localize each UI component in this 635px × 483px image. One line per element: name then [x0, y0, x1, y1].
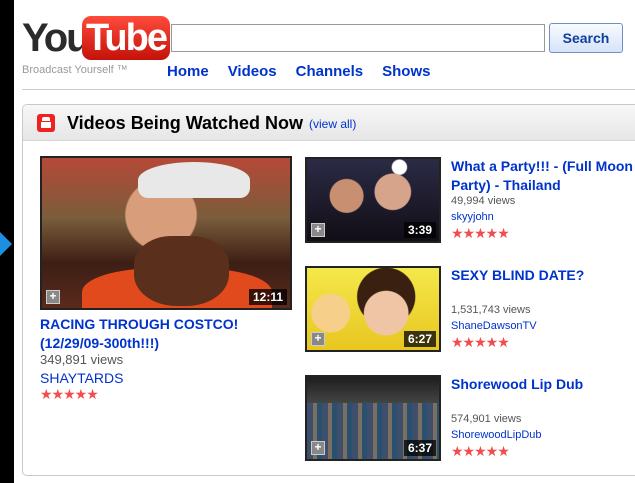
side-video-user[interactable]: skyyjohn — [451, 211, 494, 223]
side-video-title[interactable]: Shorewood Lip Dub — [451, 375, 635, 394]
side-video-rating: ★★★★★ — [451, 443, 510, 459]
view-all-link[interactable]: (view all) — [309, 117, 356, 131]
side-video-1: + 3:39 What a Party!!! - (Full Moon Part… — [305, 157, 635, 255]
add-to-quicklist-icon[interactable]: + — [46, 290, 60, 304]
header-divider — [22, 89, 635, 90]
search-input[interactable] — [171, 24, 545, 52]
featured-video-views: 349,891 views — [40, 352, 124, 367]
video-duration: 6:37 — [403, 440, 436, 456]
add-to-quicklist-icon[interactable]: + — [311, 332, 325, 346]
add-to-quicklist-icon[interactable]: + — [311, 223, 325, 237]
featured-video-rating: ★★★★★ — [40, 386, 99, 402]
nav-videos[interactable]: Videos — [228, 63, 277, 80]
featured-video-title[interactable]: RACING THROUGH COSTCO! (12/29/09-300th!!… — [40, 315, 304, 353]
page: You Tube Broadcast Yourself ™ Search Hom… — [14, 0, 635, 483]
add-to-quicklist-icon[interactable]: + — [311, 441, 325, 455]
logo-you-text: You — [22, 16, 91, 60]
featured-video-user[interactable]: SHAYTARDS — [40, 370, 124, 386]
video-duration: 12:11 — [248, 289, 287, 305]
side-video-thumbnail[interactable]: + 6:27 — [305, 266, 441, 352]
side-video-rating: ★★★★★ — [451, 334, 510, 350]
side-video-title[interactable]: What a Party!!! - (Full Moon Party) - Th… — [451, 157, 635, 195]
side-video-rating: ★★★★★ — [451, 225, 510, 241]
video-duration: 3:39 — [403, 222, 436, 238]
tagline: Broadcast Yourself ™ — [22, 64, 128, 76]
side-video-thumbnail[interactable]: + 3:39 — [305, 157, 441, 243]
nav-home[interactable]: Home — [167, 63, 209, 80]
logo-tube-text: Tube — [82, 16, 170, 60]
side-video-user[interactable]: ShaneDawsonTV — [451, 320, 537, 332]
nav-shows[interactable]: Shows — [382, 63, 430, 80]
youtube-logo[interactable]: You Tube — [22, 14, 170, 66]
side-video-views: 1,531,743 views — [451, 304, 531, 316]
side-video-2: + 6:27 SEXY BLIND DATE? 1,531,743 views … — [305, 266, 635, 364]
nav-channels[interactable]: Channels — [296, 63, 364, 80]
module-header: Videos Being Watched Now (view all) — [23, 105, 635, 141]
main-nav: Home Videos Channels Shows — [167, 63, 430, 80]
side-video-views: 574,901 views — [451, 413, 522, 425]
carousel-arrow-icon[interactable] — [0, 232, 12, 256]
module-title: Videos Being Watched Now — [67, 113, 304, 133]
side-video-thumbnail[interactable]: + 6:37 — [305, 375, 441, 461]
thumbnail-beard — [134, 236, 229, 306]
side-video-views: 49,994 views — [451, 195, 516, 207]
video-duration: 6:27 — [403, 331, 436, 347]
side-video-user[interactable]: ShorewoodLipDub — [451, 429, 542, 441]
videos-being-watched-module: Videos Being Watched Now (view all) + 12… — [22, 104, 635, 476]
side-video-title[interactable]: SEXY BLIND DATE? — [451, 266, 635, 285]
featured-video-thumbnail[interactable]: + 12:11 — [40, 156, 292, 310]
side-video-3: + 6:37 Shorewood Lip Dub 574,901 views S… — [305, 375, 635, 473]
thumbnail-cap — [138, 162, 250, 198]
search-button[interactable]: Search — [549, 23, 623, 53]
popcorn-icon — [37, 114, 55, 132]
